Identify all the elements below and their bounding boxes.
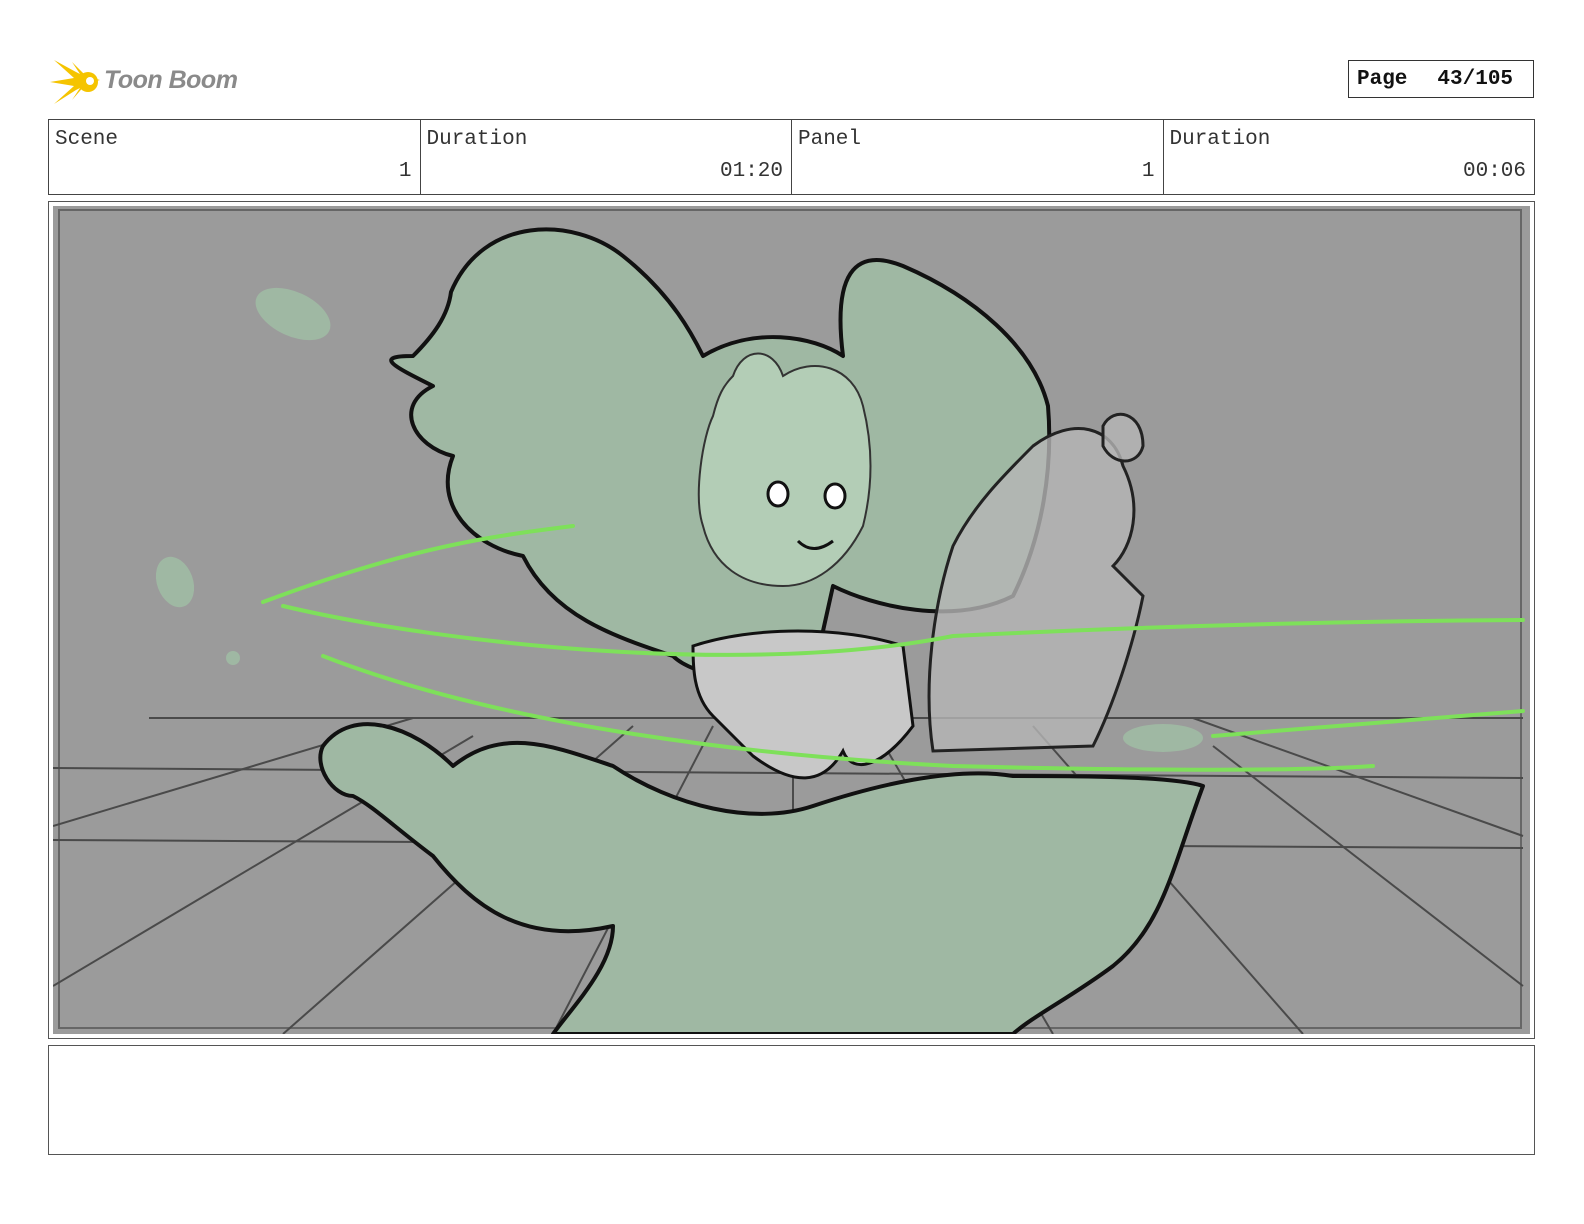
toon-boom-logo-icon — [50, 60, 100, 104]
storyboard-panel-frame — [48, 201, 1535, 1039]
scene-value: 1 — [398, 160, 412, 183]
panel-cell: Panel 1 — [792, 120, 1164, 194]
panel-duration-cell: Duration 00:06 — [1164, 120, 1535, 194]
scene-duration-cell: Duration 01:20 — [421, 120, 792, 194]
sketch-drawing — [53, 209, 1525, 1034]
panel-notes-box — [48, 1045, 1535, 1155]
scene-cell: Scene 1 — [49, 120, 421, 194]
page-number: 43/105 — [1437, 67, 1514, 91]
page-label: Page — [1357, 67, 1408, 91]
storyboard-sketch-image — [53, 206, 1530, 1034]
page-indicator: Page 43/105 — [1348, 60, 1534, 98]
panel-value: 1 — [1141, 160, 1155, 183]
logo-text: Toon Boom — [104, 66, 238, 94]
scene-duration-label: Duration — [426, 128, 528, 151]
toon-boom-logo: Toon Boom — [50, 54, 250, 110]
scene-duration-value: 01:20 — [719, 160, 783, 183]
panel-info-row: Scene 1 Duration 01:20 Panel 1 Duration … — [48, 119, 1535, 195]
panel-duration-label: Duration — [1169, 128, 1271, 151]
scene-label: Scene — [55, 128, 119, 151]
panel-label: Panel — [798, 128, 862, 151]
panel-duration-value: 00:06 — [1462, 160, 1526, 183]
